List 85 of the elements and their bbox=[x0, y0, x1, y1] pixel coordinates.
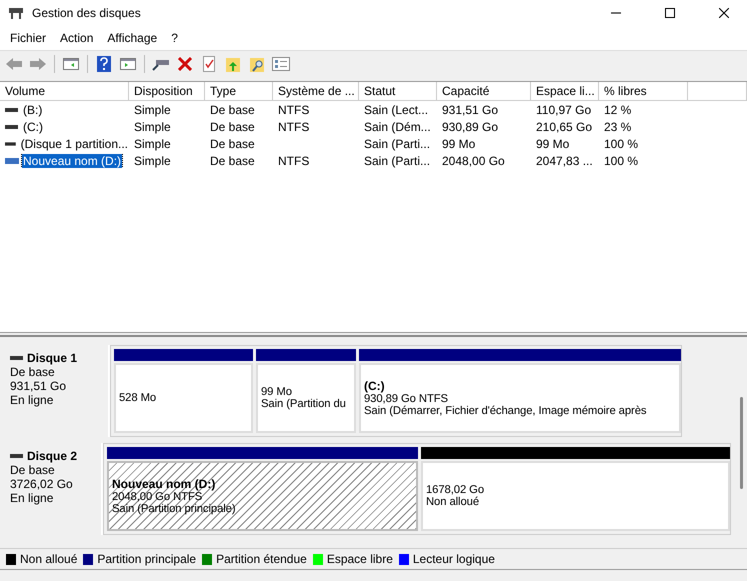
legend-label: Espace libre bbox=[326, 552, 393, 566]
disk-status: En ligne bbox=[10, 393, 54, 407]
column-header[interactable]: Espace li... bbox=[531, 82, 599, 101]
table-cell-text: De base bbox=[209, 120, 256, 134]
column-header[interactable]: Statut bbox=[359, 82, 437, 101]
drive-icon bbox=[5, 140, 17, 148]
partition-info: 930,89 Go NTFS bbox=[364, 393, 448, 405]
table-cell-text: De base bbox=[209, 154, 256, 168]
partition-info: 99 Mo bbox=[261, 386, 292, 398]
drive-icon bbox=[5, 156, 19, 164]
column-header[interactable]: Volume bbox=[0, 82, 129, 101]
column-header[interactable]: Système de ... bbox=[273, 82, 359, 101]
table-cell-text: 99 Mo bbox=[535, 136, 570, 150]
legend-label: Non alloué bbox=[20, 552, 78, 566]
table-cell-text: Simple bbox=[133, 120, 172, 134]
column-header[interactable]: Disposition bbox=[129, 82, 205, 101]
table-cell-text: 23 % bbox=[603, 120, 632, 134]
table-cell-text: 110,97 Go bbox=[535, 102, 592, 116]
table-cell-text: 930,89 Go bbox=[441, 120, 500, 134]
partition-info: 1678,02 Go bbox=[426, 484, 484, 496]
help-icon[interactable] bbox=[94, 54, 114, 74]
table-cell-text: Simple bbox=[133, 136, 172, 150]
table-cell-text: Sain (Dém... bbox=[363, 120, 432, 134]
close-icon[interactable] bbox=[719, 8, 729, 18]
table-cell-text: 100 % bbox=[603, 136, 640, 150]
table-cell-text: NTFS bbox=[277, 120, 310, 134]
partition-info: Sain (Partition du bbox=[261, 398, 346, 410]
legend-label: Partition étendue bbox=[216, 552, 307, 566]
column-header[interactable]: % libres bbox=[599, 82, 688, 101]
drive-icon bbox=[5, 122, 19, 130]
legend-label: Lecteur logique bbox=[412, 552, 495, 566]
column-header[interactable]: Capacité bbox=[437, 82, 531, 101]
partition-info: Sain (Démarrer, Fichier d'échange, Image mémoire après bbox=[364, 405, 646, 417]
table-cell-text: De base bbox=[209, 136, 256, 150]
table-cell-text: NTFS bbox=[277, 154, 310, 168]
partition-title: (C:) bbox=[364, 379, 385, 393]
partition-info: 528 Mo bbox=[119, 392, 156, 404]
partition-info: Non alloué bbox=[426, 496, 480, 508]
disk-management-icon bbox=[8, 6, 24, 20]
menu-item[interactable]: Fichier bbox=[3, 31, 54, 45]
table-cell-text: 210,65 Go bbox=[535, 120, 594, 134]
partition-title: Nouveau nom (D:) bbox=[112, 477, 216, 491]
menu-item[interactable]: Action bbox=[53, 31, 100, 45]
disk-size: 3726,02 Go bbox=[10, 477, 74, 491]
menu-item[interactable]: Affichage bbox=[100, 31, 164, 45]
disk-type: De base bbox=[10, 463, 56, 477]
list-item[interactable]: (C:) bbox=[22, 120, 44, 134]
table-cell-text: 99 Mo bbox=[441, 136, 476, 150]
drive-icon bbox=[10, 452, 24, 460]
maximize-icon[interactable] bbox=[665, 8, 675, 18]
properties-icon[interactable] bbox=[271, 54, 291, 74]
legend-label: Partition principale bbox=[97, 552, 196, 566]
table-cell-text: Simple bbox=[133, 154, 172, 168]
table-cell-text: De base bbox=[209, 102, 256, 116]
drive-icon bbox=[10, 354, 24, 362]
table-cell-text: Sain (Lect... bbox=[363, 102, 430, 116]
disk-size: 931,51 Go bbox=[10, 379, 68, 393]
partition-block[interactable]: 1678,02 Go Non alloué bbox=[421, 461, 730, 531]
table-cell-text: 12 % bbox=[603, 102, 632, 116]
partition-block[interactable]: 99 Mo Sain (Partition du bbox=[256, 363, 356, 433]
table-cell-text: Sain (Parti... bbox=[363, 154, 432, 168]
disk-name: Disque 1 bbox=[27, 351, 78, 365]
disk-type: De base bbox=[10, 365, 56, 379]
table-cell-text: 100 % bbox=[603, 154, 640, 168]
partition-block[interactable]: (C:) 930,89 Go NTFS Sain (Démarrer, Fichier d'échange, Image mémoire après bbox=[359, 363, 681, 433]
column-header[interactable]: Type bbox=[205, 82, 273, 101]
delete-icon[interactable] bbox=[175, 54, 195, 74]
table-cell-text: 931,51 Go bbox=[441, 102, 500, 116]
table-cell-text: 2047,83 ... bbox=[535, 154, 594, 168]
table-cell-text: NTFS bbox=[277, 102, 310, 116]
menu-item[interactable]: ? bbox=[164, 31, 185, 45]
disk-status: En ligne bbox=[10, 491, 54, 505]
table-cell-text: 2048,00 Go bbox=[441, 154, 506, 168]
partition-block[interactable]: Nouveau nom (D:) 2048,00 Go NTFS Sain (Partition principale) bbox=[107, 461, 418, 531]
table-cell-text: Simple bbox=[133, 102, 172, 116]
list-item[interactable]: Nouveau nom (D:) bbox=[22, 154, 122, 168]
partition-block[interactable]: 528 Mo bbox=[114, 363, 253, 433]
list-item[interactable]: (Disque 1 partition... bbox=[20, 136, 129, 150]
table-cell-text: Sain (Parti... bbox=[363, 136, 432, 150]
partition-info: 2048,00 Go NTFS bbox=[112, 491, 202, 503]
drive-icon bbox=[5, 106, 19, 114]
partition-info: Sain (Partition principale) bbox=[112, 503, 236, 515]
window-title: Gestion des disques bbox=[32, 6, 142, 20]
list-item[interactable]: (B:) bbox=[22, 102, 44, 116]
disk-name: Disque 2 bbox=[27, 449, 78, 463]
